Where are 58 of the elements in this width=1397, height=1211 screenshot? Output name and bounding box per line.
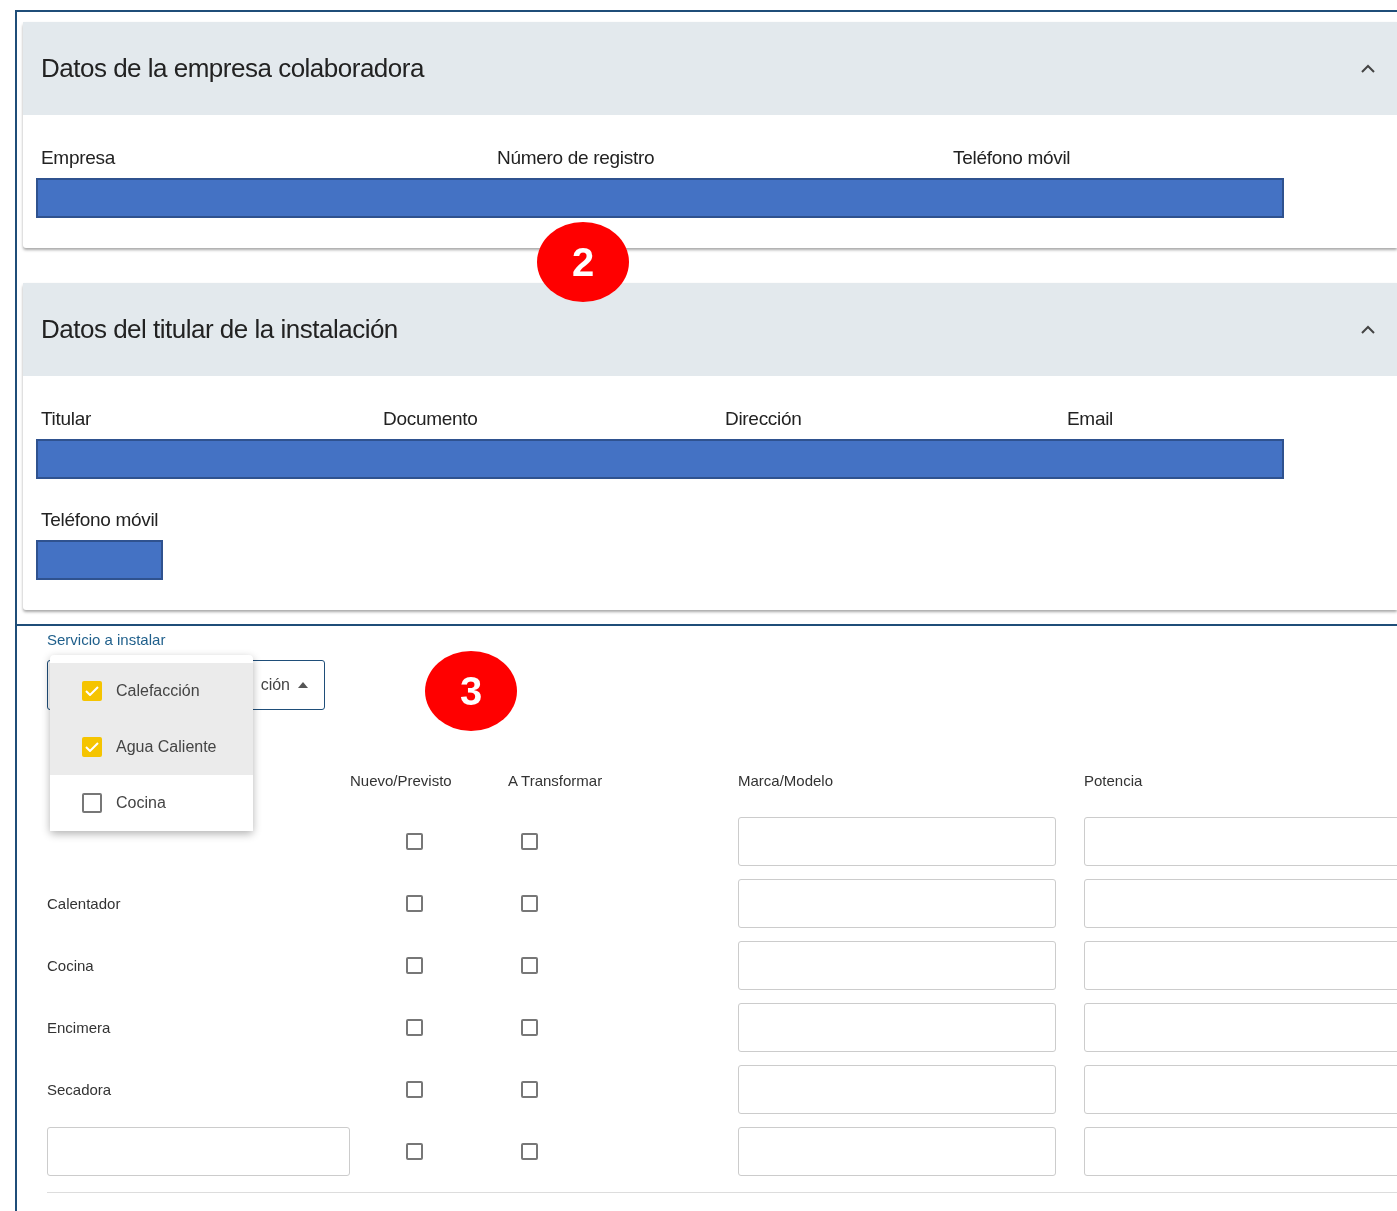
checkbox[interactable]	[521, 956, 538, 974]
checkbox[interactable]	[521, 1080, 538, 1098]
column-header: A Transformar	[508, 772, 603, 791]
field-label: Teléfono móvil	[40, 509, 159, 531]
input-field[interactable]	[738, 1126, 1056, 1176]
chevron-up-icon[interactable]	[1361, 325, 1375, 334]
caret-up-icon	[298, 682, 308, 688]
checkbox[interactable]	[406, 832, 423, 850]
menu-option[interactable]: Calefacción	[50, 663, 253, 719]
input-field[interactable]	[1084, 1064, 1397, 1114]
check-icon	[85, 742, 99, 752]
field-label: Dirección	[724, 408, 802, 430]
input-field[interactable]	[1084, 1126, 1397, 1176]
checkbox[interactable]	[521, 1018, 538, 1036]
column-header: Nuevo/Previsto	[350, 772, 452, 791]
input-field[interactable]	[1084, 816, 1397, 866]
checkbox[interactable]	[82, 681, 102, 701]
row-label: Encimera	[47, 1018, 111, 1036]
checkbox[interactable]	[406, 956, 423, 974]
input-field[interactable]	[47, 1126, 350, 1176]
menu-option[interactable]: Agua Caliente	[50, 719, 253, 775]
checkbox[interactable]	[521, 894, 538, 912]
row-label: Calentador	[47, 894, 121, 912]
input-field[interactable]	[1084, 940, 1397, 990]
column-header: Potencia	[1084, 772, 1143, 791]
checkbox[interactable]	[406, 894, 423, 912]
menu-option[interactable]: Cocina	[50, 775, 253, 831]
input-field[interactable]	[1084, 878, 1397, 928]
section-title: Datos del titular de la instalación	[41, 314, 398, 345]
checkbox[interactable]	[521, 1142, 538, 1160]
chevron-up-icon[interactable]	[1361, 64, 1375, 73]
checkbox[interactable]	[82, 737, 102, 757]
input-field[interactable]	[738, 878, 1056, 928]
section-title: Datos de la empresa colaboradora	[41, 53, 424, 84]
input-field[interactable]	[738, 940, 1056, 990]
checkbox[interactable]	[406, 1018, 423, 1036]
checkbox[interactable]	[406, 1142, 423, 1160]
field-label: Teléfono móvil	[952, 147, 1071, 169]
input-field[interactable]	[1084, 1002, 1397, 1052]
input-field[interactable]	[738, 1064, 1056, 1114]
step-badge: 3	[425, 651, 517, 731]
column-header: Marca/Modelo	[738, 772, 834, 791]
field-label: Servicio a instalar	[47, 631, 167, 648]
check-icon	[85, 686, 99, 696]
field-label: Email	[1066, 408, 1113, 430]
field-label: Documento	[382, 408, 478, 430]
field-label: Empresa	[40, 147, 115, 169]
field-label: Titular	[40, 408, 91, 430]
input-field[interactable]	[738, 1002, 1056, 1052]
field-label: Número de registro	[496, 147, 655, 169]
row-label: Secadora	[47, 1080, 112, 1098]
row-label: Cocina	[47, 956, 94, 974]
checkbox[interactable]	[521, 832, 538, 850]
input-field[interactable]	[738, 816, 1056, 866]
checkbox[interactable]	[82, 793, 102, 813]
section-header[interactable]: Datos de la empresa colaboradora	[23, 22, 1397, 115]
checkbox[interactable]	[406, 1080, 423, 1098]
section-header[interactable]: Datos del titular de la instalación	[23, 283, 1397, 376]
